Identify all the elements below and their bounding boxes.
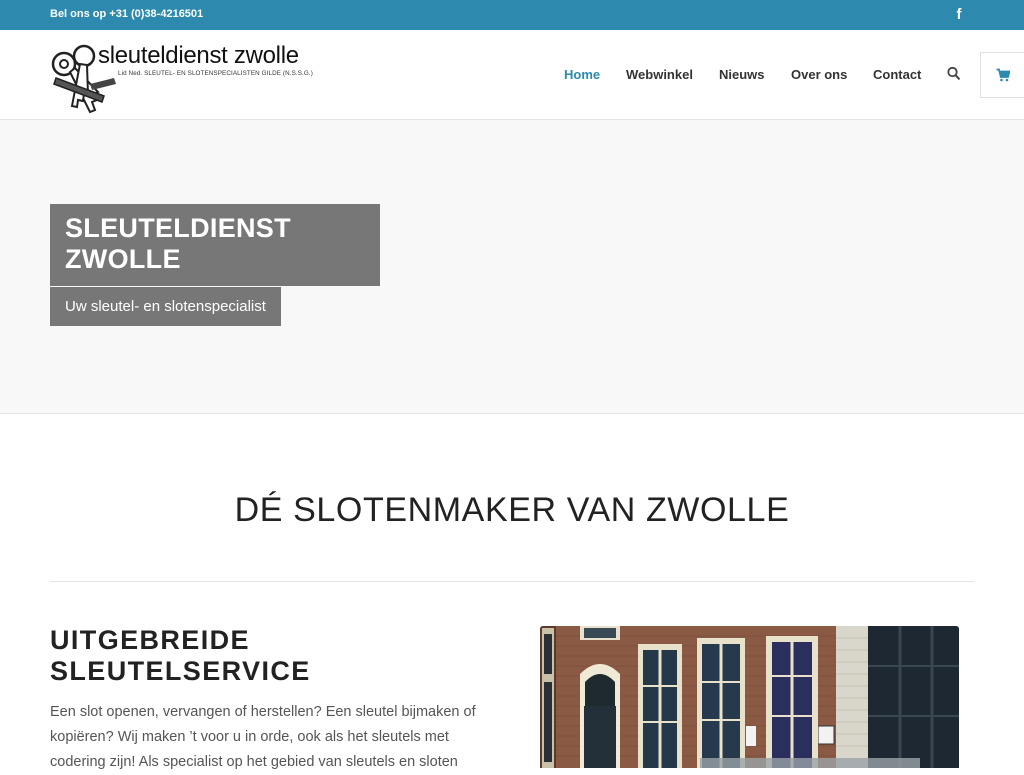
phone-number[interactable]: Bel ons op +31 (0)38-4216501 — [50, 8, 203, 20]
cart-icon — [996, 68, 1010, 82]
hero-subtitle-box: Uw sleutel- en slotenspecialist — [50, 287, 281, 326]
nav-item-home[interactable]: Home — [564, 67, 600, 82]
hero-title-line1: SLEUTELDIENST — [65, 213, 291, 243]
divider — [50, 581, 974, 582]
service-title-line1: UITGEBREIDE — [50, 625, 250, 655]
section-heading: DÉ SLOTENMAKER VAN ZWOLLE — [234, 491, 790, 529]
nav-item-over-ons[interactable]: Over ons — [791, 67, 847, 82]
top-bar: Bel ons op +31 (0)38-4216501 f — [0, 0, 1024, 30]
search-icon[interactable] — [947, 66, 961, 82]
hero-title-line2: ZWOLLE — [65, 244, 181, 274]
main-nav: Home Webwinkel Nieuws Over ons Contact — [0, 30, 1024, 120]
nav-item-nieuws[interactable]: Nieuws — [719, 67, 765, 82]
hero-section: SLEUTELDIENST ZWOLLE Uw sleutel- en slot… — [0, 120, 1024, 414]
nav-item-contact[interactable]: Contact — [873, 67, 921, 82]
service-text: Een slot openen, vervangen of herstellen… — [50, 704, 476, 770]
service-title: UITGEBREIDE SLEUTELSERVICE — [50, 625, 490, 687]
nav-item-webwinkel[interactable]: Webwinkel — [626, 67, 693, 82]
cart-button[interactable] — [980, 52, 1024, 98]
service-title-line2: SLEUTELSERVICE — [50, 656, 311, 686]
hero-subtitle: Uw sleutel- en slotenspecialist — [65, 298, 266, 315]
storefront-image — [540, 626, 959, 768]
facebook-icon[interactable]: f — [952, 6, 966, 24]
storefront-photo — [540, 626, 959, 768]
hero-title-box: SLEUTELDIENST ZWOLLE — [50, 204, 380, 286]
